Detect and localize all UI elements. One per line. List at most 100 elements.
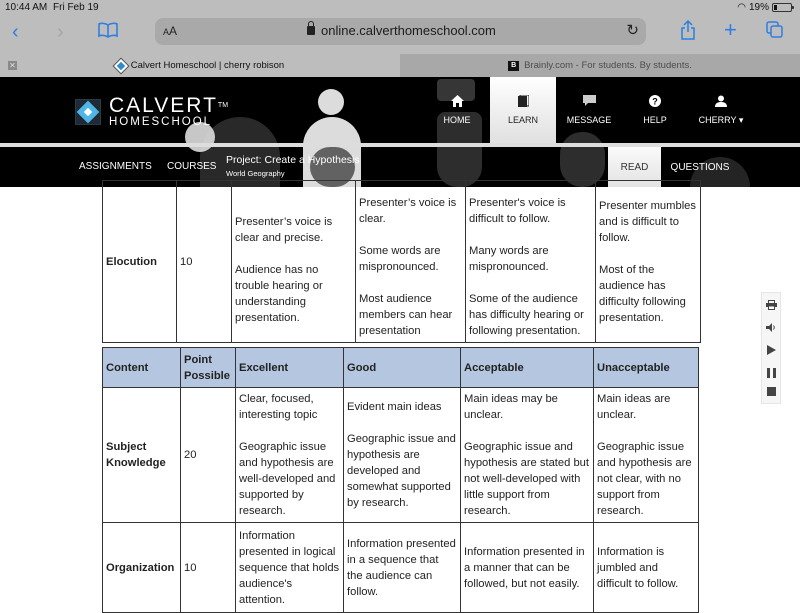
- criterion-cell: Subject Knowledge: [102, 387, 181, 523]
- unacceptable-cell: Information is jumbled and difficult to …: [593, 522, 699, 613]
- status-time: 10:44 AM: [5, 2, 48, 13]
- cell-text: Geographic issue and hypothesis are well…: [239, 441, 336, 517]
- good-cell: Evident main ideas Geographic issue and …: [343, 387, 461, 523]
- cell-text: Most of the audience has difficulty foll…: [599, 263, 686, 324]
- cell-text: Presenter's voice is difficult to follow…: [469, 197, 566, 225]
- help-icon: ?: [649, 95, 661, 111]
- column-header: Point Possible: [180, 347, 236, 388]
- nav-message-label: MESSAGE: [566, 115, 612, 125]
- calvert-logo[interactable]: CALVERTTM HOMESCHOOL: [75, 94, 228, 128]
- logo-line1: CALVERTTM: [109, 94, 228, 117]
- calvert-logo-icon: [75, 99, 101, 125]
- cell-text: Some words are mispronounced.: [359, 245, 441, 273]
- rubric-table-delivery: Elocution 10 Presenter’s voice is clear …: [102, 180, 701, 343]
- cell-text: Main ideas are unclear.: [597, 393, 671, 421]
- status-date: Fri Feb 19: [53, 2, 99, 13]
- share-icon[interactable]: [680, 19, 696, 46]
- url-text[interactable]: online.calverthomeschool.com: [307, 21, 496, 38]
- nav-message[interactable]: MESSAGE: [556, 77, 622, 143]
- nav-help-label: HELP: [643, 115, 667, 125]
- project-heading: Project: Create a Hypothesis World Geogr…: [226, 154, 360, 178]
- browser-tabs: ✕ Calvert Homeschool | cherry robison B …: [0, 54, 800, 77]
- book-icon[interactable]: [98, 21, 118, 45]
- status-right: ◠ 19%: [737, 2, 794, 13]
- cell-text: Evident main ideas: [347, 401, 442, 413]
- pause-icon[interactable]: [766, 367, 776, 378]
- good-cell: Presenter’s voice is clear. Some words a…: [355, 180, 466, 343]
- cell-text: Geographic issue and hypothesis are deve…: [347, 433, 456, 509]
- stop-icon[interactable]: [766, 386, 776, 396]
- close-tab-icon[interactable]: ✕: [8, 61, 17, 70]
- assignments-link[interactable]: ASSIGNMENTS: [79, 161, 152, 172]
- criterion-cell: Organization: [102, 522, 181, 613]
- excellent-cell: Presenter’s voice is clear and precise. …: [231, 180, 356, 343]
- battery-icon: [772, 3, 794, 12]
- text-size-button[interactable]: AA: [163, 24, 177, 38]
- nav-learn-label: LEARN: [507, 115, 538, 125]
- acceptable-cell: Information presented in a manner that c…: [460, 522, 594, 613]
- plus-icon[interactable]: +: [724, 18, 737, 42]
- battery-percent: 19%: [748, 2, 769, 13]
- tab-calvert[interactable]: ✕ Calvert Homeschool | cherry robison: [0, 54, 400, 77]
- logo-text: CALVERTTM HOMESCHOOL: [109, 94, 228, 128]
- cell-text: Clear, focused, interesting topic: [239, 393, 318, 421]
- courses-link[interactable]: COURSES: [167, 161, 216, 172]
- play-icon[interactable]: [766, 344, 776, 359]
- site-header: CALVERTTM HOMESCHOOL HOME LEARN MESSAGE …: [0, 77, 800, 187]
- cell-text: Most audience members can hear presentat…: [359, 293, 453, 337]
- nav-help[interactable]: ? HELP: [622, 77, 688, 143]
- cell-text: Presenter’s voice is clear.: [359, 197, 457, 225]
- logo-brand: CALVERT: [109, 94, 218, 117]
- cell-text: Audience has no trouble hearing or under…: [235, 264, 323, 324]
- nav-home-label: HOME: [443, 115, 471, 125]
- safari-toolbar: ‹ › AA online.calverthomeschool.com ↻ +: [0, 16, 800, 50]
- chevron-left-icon[interactable]: ‹: [12, 20, 19, 44]
- wifi-icon: ◠: [737, 2, 746, 13]
- column-header: Unacceptable: [593, 347, 699, 388]
- project-title: Project: Create a Hypothesis: [226, 154, 360, 166]
- reload-icon[interactable]: ↻: [626, 21, 639, 39]
- unacceptable-cell: Main ideas are unclear. Geographic issue…: [593, 387, 699, 523]
- excellent-cell: Information presented in logical sequenc…: [235, 522, 344, 613]
- top-nav: HOME LEARN MESSAGE ? HELP CHERRY ▾: [424, 77, 754, 143]
- cell-text: Presenter mumbles and is difficult to fo…: [599, 199, 696, 244]
- tab-brainly[interactable]: B Brainly.com - For students. By student…: [400, 54, 800, 77]
- points-cell: 20: [180, 387, 236, 523]
- acceptable-cell: Main ideas may be unclear. Geographic is…: [460, 387, 594, 523]
- printer-icon[interactable]: [765, 300, 777, 314]
- user-icon: [715, 95, 727, 111]
- browser-chrome: 10:44 AM Fri Feb 19 ◠ 19% ‹ › AA online.…: [0, 0, 800, 77]
- points-cell: 10: [176, 180, 232, 343]
- cell-text: Geographic issue and hypothesis are stat…: [464, 441, 590, 517]
- excellent-cell: Clear, focused, interesting topic Geogra…: [235, 387, 344, 523]
- tabs-icon[interactable]: [766, 21, 784, 45]
- chevron-right-icon[interactable]: ›: [57, 20, 64, 44]
- logo-line2: HOMESCHOOL: [109, 116, 213, 128]
- nav-user-label: CHERRY ▾: [698, 114, 744, 125]
- cell-text: Some of the audience has difficulty hear…: [469, 293, 584, 337]
- table-row: Elocution 10 Presenter’s voice is clear …: [102, 180, 701, 343]
- column-header: Excellent: [235, 347, 344, 388]
- speaker-icon[interactable]: [765, 323, 777, 336]
- address-bar[interactable]: AA online.calverthomeschool.com ↻: [155, 18, 646, 45]
- chess-piece-decoration: [318, 89, 344, 115]
- column-header: Content: [102, 347, 181, 388]
- nav-home[interactable]: HOME: [424, 77, 490, 143]
- unacceptable-cell: Presenter mumbles and is difficult to fo…: [595, 180, 701, 343]
- criterion-cell: Elocution: [102, 180, 177, 343]
- table-row: Subject Knowledge 20 Clear, focused, int…: [102, 387, 699, 523]
- book-icon: [517, 94, 529, 111]
- project-subject: World Geography: [226, 169, 285, 178]
- cell-text: Many words are mispronounced.: [469, 245, 549, 273]
- cell-text: Presenter’s voice is clear and precise.: [235, 216, 333, 244]
- nav-learn[interactable]: LEARN: [490, 77, 556, 143]
- table-row: Organization 10 Information presented in…: [102, 522, 699, 613]
- svg-text:?: ?: [652, 97, 658, 107]
- acceptable-cell: Presenter's voice is difficult to follow…: [465, 180, 596, 343]
- brainly-favicon-icon: B: [508, 60, 520, 71]
- cell-text: Geographic issue and hypothesis are not …: [597, 441, 692, 517]
- read-aloud-toolbar: [761, 292, 781, 404]
- cell-text: Main ideas may be unclear.: [464, 393, 558, 421]
- nav-user-menu[interactable]: CHERRY ▾: [688, 77, 754, 143]
- tab-title: Brainly.com - For students. By students.: [524, 60, 692, 71]
